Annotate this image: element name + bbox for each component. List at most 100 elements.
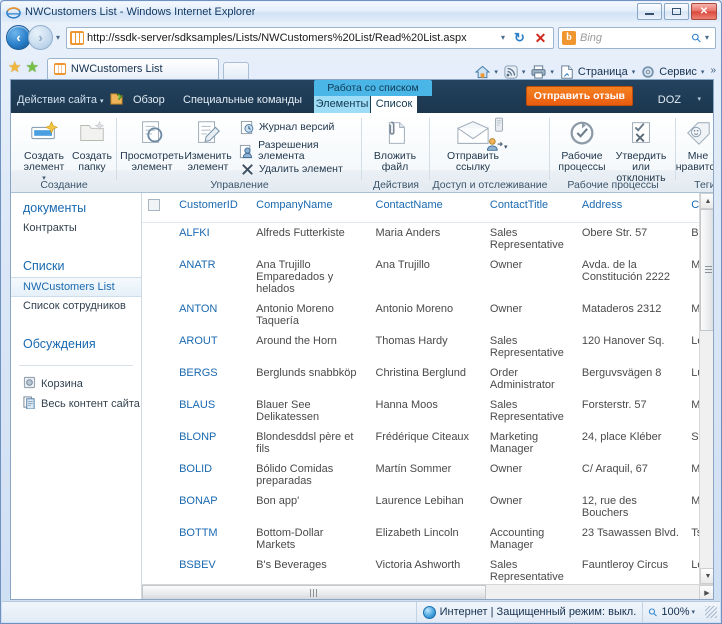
sidebar-item-employee-list[interactable]: Список сотрудников [11, 297, 141, 315]
scroll-up-button[interactable]: ▲ [700, 193, 713, 209]
manage-permissions-chevron-down-icon[interactable]: ▾ [504, 143, 508, 151]
cell-customerid[interactable]: ANTON [173, 299, 250, 331]
feeds-dropdown-icon[interactable]: ▾ [522, 68, 526, 76]
maximize-button[interactable] [664, 3, 689, 20]
version-history-button[interactable]: Журнал версий [239, 119, 334, 135]
alert-me-button[interactable] [492, 117, 506, 136]
history-dropdown-icon[interactable]: ▾ [56, 33, 60, 42]
table-row[interactable]: BLONP Blondesddsl père et fils Frédériqu… [142, 427, 713, 459]
customer-id-link[interactable]: BONAP [179, 495, 218, 507]
zoom-control[interactable]: ⚲ 100% ▾ [642, 601, 705, 623]
print-icon[interactable] [529, 65, 548, 79]
table-row[interactable]: BOTTM Bottom-Dollar Markets Elizabeth Li… [142, 523, 713, 555]
address-dropdown-icon[interactable]: ▾ [497, 33, 509, 42]
navigate-up-icon[interactable] [109, 91, 124, 106]
row-checkbox-cell[interactable] [142, 255, 173, 299]
table-row[interactable]: BSBEV B's Beverages Victoria Ashworth Sa… [142, 555, 713, 587]
gear-icon[interactable] [639, 65, 657, 79]
stop-button[interactable]: ✕ [530, 28, 551, 48]
delete-item-button[interactable]: Удалить элемент [239, 161, 343, 177]
row-checkbox-cell[interactable] [142, 395, 173, 427]
row-checkbox-cell[interactable] [142, 363, 173, 395]
tab-list[interactable]: Список [371, 96, 417, 113]
row-checkbox-cell[interactable] [142, 223, 173, 256]
favorites-icon[interactable]: ★ [8, 60, 21, 75]
feeds-icon[interactable] [502, 65, 520, 79]
table-row[interactable]: BONAP Bon app' Laurence Lebihan Owner 12… [142, 491, 713, 523]
customer-id-link[interactable]: BSBEV [179, 559, 216, 571]
row-checkbox-cell[interactable] [142, 299, 173, 331]
column-header-contacttitle[interactable]: ContactTitle [483, 193, 576, 223]
cell-customerid[interactable]: BERGS [173, 363, 250, 395]
vertical-scrollbar[interactable]: ▲ ▼ [699, 193, 713, 584]
view-item-button[interactable]: Просмотреть элемент [120, 117, 184, 173]
table-row[interactable]: BLAUS Blauer See Delikatessen Hanna Moos… [142, 395, 713, 427]
item-permissions-button[interactable]: Разрешения элемента [239, 140, 362, 162]
home-dropdown-icon[interactable]: ▾ [494, 68, 498, 76]
column-header-companyname[interactable]: CompanyName [250, 193, 370, 223]
customer-id-link[interactable]: BOTTM [179, 527, 218, 539]
attach-file-button[interactable]: Вложить файл [366, 117, 424, 173]
security-zone[interactable]: Интернет | Защищенный режим: выкл. [415, 601, 643, 623]
overflow-icon[interactable]: » [710, 65, 716, 76]
scroll-right-button[interactable]: ▶ [699, 585, 713, 599]
cell-customerid[interactable]: BONAP [173, 491, 250, 523]
add-to-favorites-icon[interactable]: ★ [25, 60, 38, 75]
cell-customerid[interactable]: ANATR [173, 255, 250, 299]
column-header-customerid[interactable]: CustomerID [173, 193, 251, 223]
site-actions-menu[interactable]: Действия сайта ▾ [17, 94, 104, 106]
cell-customerid[interactable]: BSBEV [173, 555, 250, 587]
row-checkbox-cell[interactable] [142, 555, 173, 587]
customer-id-link[interactable]: ANTON [179, 303, 217, 315]
close-button[interactable]: ✕ [691, 3, 717, 20]
refresh-button[interactable]: ↻ [509, 28, 530, 48]
table-row[interactable]: ANTON Antonio Moreno Taquería Antonio Mo… [142, 299, 713, 331]
customer-id-link[interactable]: ANATR [179, 259, 215, 271]
tools-menu-dropdown-icon[interactable]: ▾ [701, 68, 705, 76]
sidebar-item-nwcustomers-list[interactable]: NWCustomers List [11, 277, 141, 297]
scroll-down-button[interactable]: ▼ [700, 568, 713, 584]
home-icon[interactable] [473, 65, 492, 79]
row-checkbox-cell[interactable] [142, 523, 173, 555]
cell-customerid[interactable]: BOTTM [173, 523, 250, 555]
column-header-address[interactable]: Address [575, 193, 686, 223]
vertical-scrollbar-thumb[interactable] [700, 209, 713, 331]
i-like-it-button[interactable]: Мне нравится [676, 117, 713, 173]
zoom-chevron-down-icon[interactable]: ▾ [691, 608, 695, 616]
select-all-checkbox[interactable] [148, 199, 160, 211]
sidebar-item-all-site-content[interactable]: Весь контент сайта [11, 394, 141, 414]
customer-id-link[interactable]: BERGS [179, 367, 218, 379]
cell-customerid[interactable]: ALFKI [173, 223, 250, 256]
search-input[interactable]: Bing [580, 32, 692, 44]
row-checkbox-cell[interactable] [142, 459, 173, 491]
custom-commands-tab[interactable]: Специальные команды [183, 94, 302, 106]
table-row[interactable]: AROUT Around the Horn Thomas Hardy Sales… [142, 331, 713, 363]
workflows-button[interactable]: Рабочие процессы [554, 117, 610, 173]
page-menu[interactable]: Страница [576, 66, 630, 78]
new-tab-button[interactable] [222, 62, 249, 79]
new-folder-button[interactable]: Создать папку [63, 117, 121, 173]
sidebar-item-recycle-bin[interactable]: Корзина [11, 374, 141, 394]
customer-id-link[interactable]: BLAUS [179, 399, 215, 411]
user-menu-chevron-down-icon[interactable]: ▾ [697, 95, 701, 103]
resize-grip[interactable] [705, 606, 717, 618]
search-box[interactable]: b Bing ⚲ ▾ [558, 26, 716, 49]
user-menu[interactable]: DOZ [658, 94, 681, 106]
forward-button[interactable]: › [28, 25, 53, 50]
column-header-contactname[interactable]: ContactName [369, 193, 484, 223]
sidebar-item-contracts[interactable]: Контракты [11, 219, 141, 237]
horizontal-scrollbar-thumb[interactable] [142, 585, 486, 599]
tools-menu[interactable]: Сервис [657, 66, 699, 78]
customer-id-link[interactable]: ALFKI [179, 227, 210, 239]
cell-customerid[interactable]: BLAUS [173, 395, 250, 427]
manage-permissions-button[interactable]: ▾ [486, 137, 508, 156]
tab-items[interactable]: Элементы [314, 96, 370, 113]
customer-id-link[interactable]: AROUT [179, 335, 218, 347]
row-checkbox-cell[interactable] [142, 491, 173, 523]
send-feedback-button[interactable]: Отправить отзыв [525, 86, 633, 106]
table-row[interactable]: BOLID Bólido Comidas preparadas Martín S… [142, 459, 713, 491]
customer-id-link[interactable]: BLONP [179, 431, 216, 443]
customer-id-link[interactable]: BOLID [179, 463, 212, 475]
cell-customerid[interactable]: AROUT [173, 331, 250, 363]
address-bar[interactable]: http://ssdk-server/sdksamples/Lists/NWCu… [66, 26, 554, 49]
